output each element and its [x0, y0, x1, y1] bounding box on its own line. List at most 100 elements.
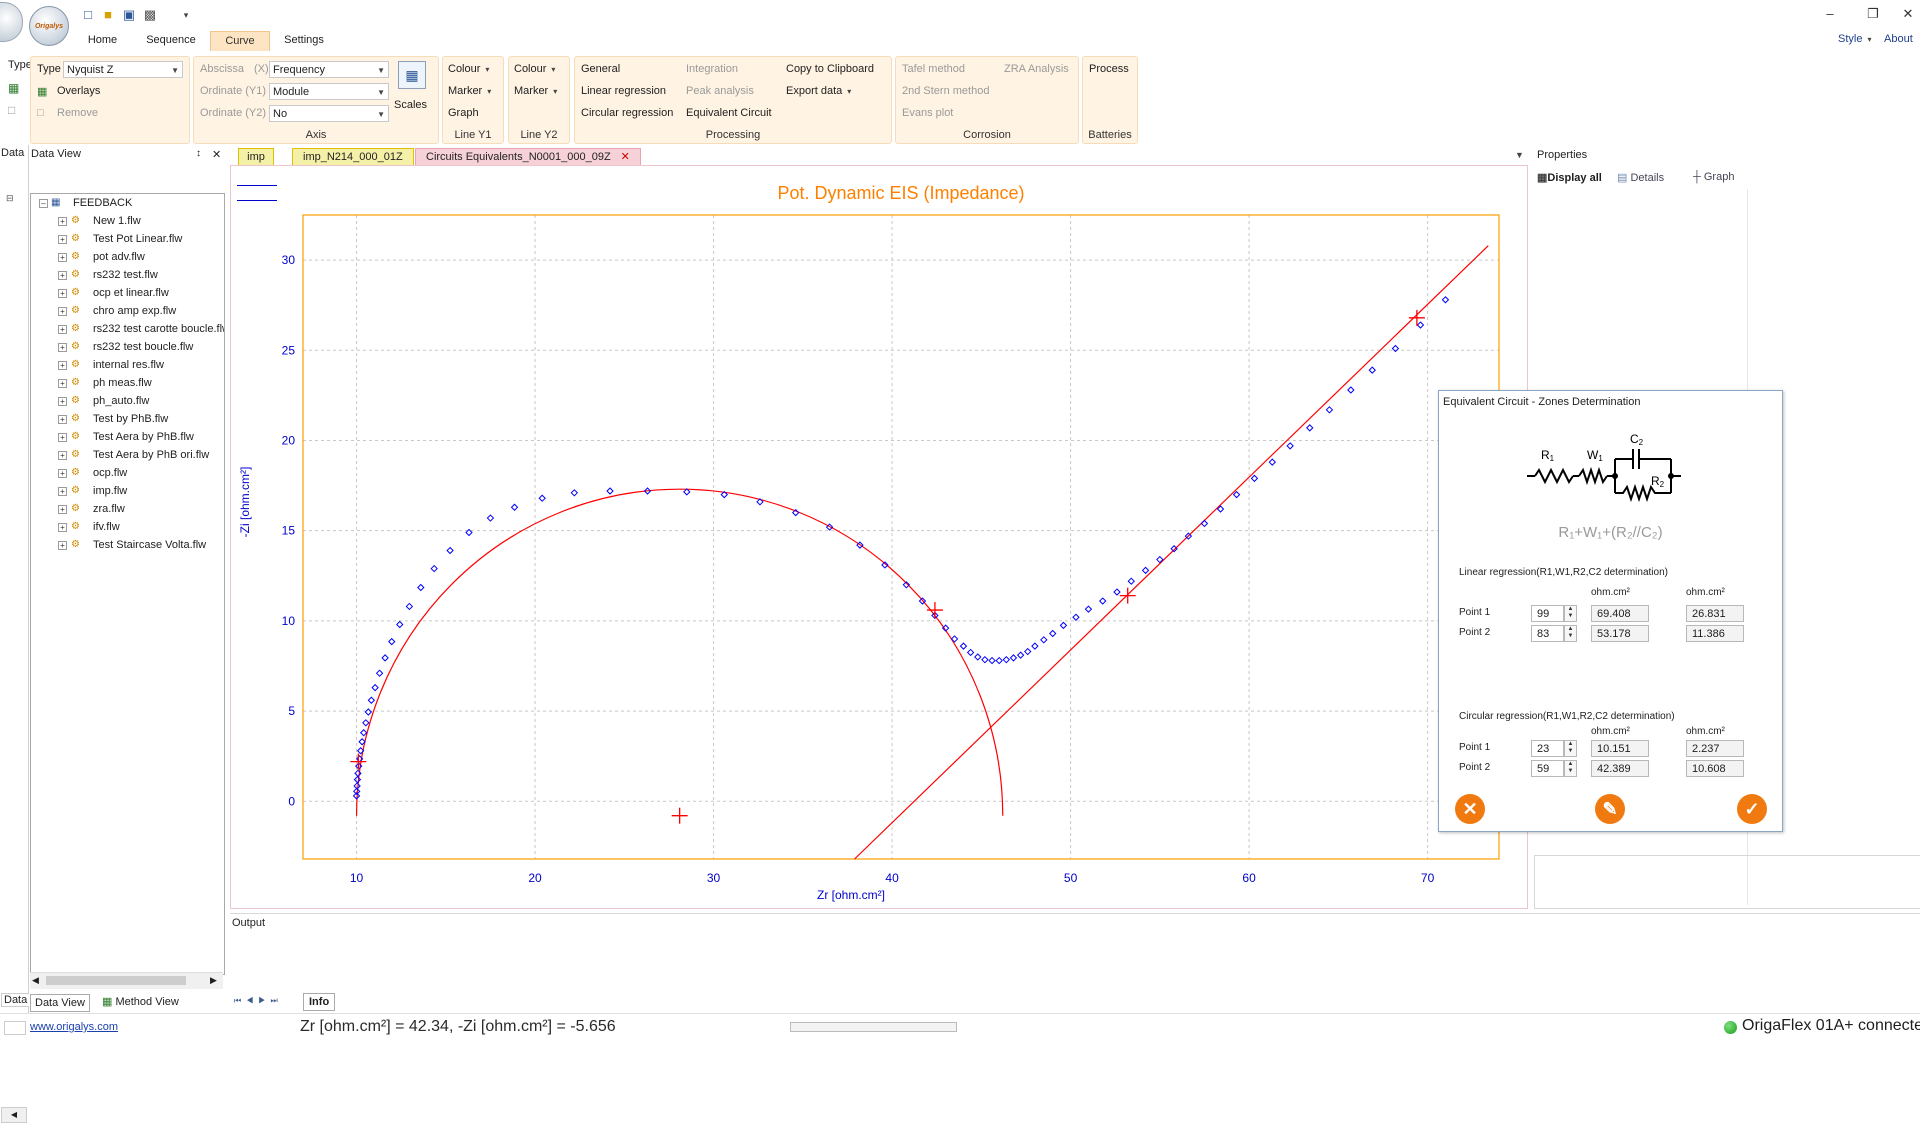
expand-icon[interactable]: + — [58, 325, 67, 334]
tab-home[interactable]: Home — [80, 31, 125, 50]
app-menu-button[interactable]: Origalys — [29, 6, 69, 46]
circular-point2-index[interactable]: 59 — [1531, 760, 1564, 777]
abscissa-select[interactable]: Frequency ▼ — [269, 61, 389, 78]
remove-side-icon[interactable]: □ — [8, 103, 15, 117]
tab-info[interactable]: Info — [303, 993, 336, 1011]
tab-method-view[interactable]: ▦ Method View — [98, 994, 183, 1010]
expand-icon[interactable]: + — [58, 343, 67, 352]
print-icon[interactable]: ▩ — [142, 7, 158, 23]
linear-point1-index[interactable]: 99 — [1531, 605, 1564, 622]
pin-icon[interactable]: ↕ — [196, 148, 201, 159]
tab-imp[interactable]: imp — [238, 148, 274, 166]
display-all-button[interactable]: ▦Display all — [1537, 171, 1602, 184]
expand-icon[interactable]: + — [58, 397, 67, 406]
qat-customize-icon[interactable]: ▾ — [178, 7, 194, 23]
graph-properties-button[interactable]: ┼ Graph — [1693, 171, 1734, 183]
restore-icon[interactable]: ❐ — [1858, 4, 1888, 24]
export-data-button[interactable]: Export data ▾ — [786, 85, 851, 97]
graph-area[interactable]: Pot. Dynamic EIS (Impedance) 10 20 30 40 50 60… — [230, 165, 1528, 909]
chart-type-icon[interactable]: ▦ — [8, 81, 19, 95]
linear-point1-spinner[interactable]: ▲ ▼ — [1564, 605, 1577, 622]
line-y2-marker[interactable]: Marker ▾ — [514, 85, 557, 97]
evans-plot-button[interactable]: Evans plot — [902, 107, 953, 119]
linear-point2-spinner[interactable]: ▲ ▼ — [1564, 625, 1577, 642]
line-y1-graph[interactable]: Graph — [448, 107, 479, 119]
overlays-button[interactable]: Overlays — [57, 85, 100, 97]
linear-point2-index[interactable]: 83 — [1531, 625, 1564, 642]
expand-icon[interactable]: + — [58, 361, 67, 370]
ordinate-y1-select[interactable]: Module ▼ — [269, 83, 389, 100]
open-folder-icon[interactable]: ■ — [100, 7, 116, 23]
expand-icon[interactable]: + — [58, 469, 67, 478]
expand-icon[interactable]: + — [58, 523, 67, 532]
expand-icon[interactable]: + — [58, 505, 67, 514]
left-strip-tab[interactable]: Data — [1, 993, 31, 1007]
cancel-icon[interactable]: ✕ — [1455, 794, 1485, 824]
tab-circuits-equivalents[interactable]: Circuits Equivalents_N0001_000_09Z ✕ — [415, 148, 641, 166]
integration-button[interactable]: Integration — [686, 63, 738, 75]
scroll-left-icon[interactable]: ◀ — [32, 975, 39, 986]
peak-analysis-button[interactable]: Peak analysis — [686, 85, 754, 97]
zra-analysis-button[interactable]: ZRA Analysis — [1004, 63, 1069, 75]
expand-icon[interactable]: + — [58, 217, 67, 226]
tab-imp-n214[interactable]: imp_N214_000_01Z — [292, 148, 414, 166]
expand-icon[interactable]: + — [58, 253, 67, 262]
scroll-thumb[interactable] — [46, 976, 186, 985]
copy-clipboard-button[interactable]: Copy to Clipboard — [786, 63, 874, 75]
linear-regression-button[interactable]: Linear regression — [581, 85, 666, 97]
save-icon[interactable]: ▣ — [121, 7, 137, 23]
expand-icon[interactable]: + — [58, 379, 67, 388]
expand-icon[interactable]: + — [58, 289, 67, 298]
new-file-icon[interactable]: □ — [80, 7, 96, 23]
scales-icon[interactable]: ▦ — [398, 61, 426, 89]
scales-button[interactable]: Scales — [394, 99, 427, 111]
tab-curve[interactable]: Curve — [210, 31, 270, 51]
scroll-right-icon[interactable]: ▶ — [210, 975, 217, 986]
line-y2-colour[interactable]: Colour ▾ — [514, 63, 555, 75]
general-button[interactable]: General — [581, 63, 620, 75]
circular-point2-spinner[interactable]: ▲ ▼ — [1564, 760, 1577, 777]
data-view-scrollbar[interactable]: ◀ ▶ — [30, 972, 223, 989]
ordinate-y2-select[interactable]: No ▼ — [269, 105, 389, 122]
about-link[interactable]: About — [1884, 33, 1913, 45]
nyquist-chart[interactable]: Pot. Dynamic EIS (Impedance)10 20 30 40 50 60… — [231, 166, 1527, 908]
line-y1-marker[interactable]: Marker ▾ — [448, 85, 491, 97]
tafel-method-button[interactable]: Tafel method — [902, 63, 965, 75]
expand-icon[interactable]: + — [58, 541, 67, 550]
output-divider — [230, 913, 1920, 914]
close-window-icon[interactable]: ✕ — [1893, 4, 1920, 24]
tab-settings[interactable]: Settings — [275, 31, 333, 50]
details-button[interactable]: ▤ Details — [1617, 171, 1664, 184]
minimize-icon[interactable]: – — [1815, 4, 1845, 24]
expand-icon[interactable]: + — [58, 415, 67, 424]
stern-method-button[interactable]: 2nd Stern method — [902, 85, 989, 97]
confirm-icon[interactable]: ✓ — [1737, 794, 1767, 824]
expand-icon[interactable]: + — [58, 433, 67, 442]
left-strip-tree-icon[interactable]: ⊟ — [6, 193, 14, 204]
line-y1-colour[interactable]: Colour ▾ — [448, 63, 489, 75]
equivalent-circuit-button[interactable]: Equivalent Circuit — [686, 107, 772, 119]
tab-sequence[interactable]: Sequence — [138, 31, 204, 50]
expand-icon[interactable]: + — [58, 307, 67, 316]
website-link[interactable]: www.origalys.com — [30, 1021, 118, 1033]
style-menu[interactable]: Style ▾ — [1838, 33, 1871, 45]
tabs-menu-icon[interactable]: ▼ — [1515, 150, 1524, 160]
circular-regression-button[interactable]: Circular regression — [581, 107, 673, 119]
circular-point1-spinner[interactable]: ▲ ▼ — [1564, 740, 1577, 757]
process-button[interactable]: Process — [1089, 63, 1129, 75]
circular-point1-index[interactable]: 23 — [1531, 740, 1564, 757]
tab-data-view[interactable]: Data View — [30, 994, 90, 1012]
expand-icon[interactable]: + — [58, 487, 67, 496]
output-nav-icons[interactable]: ⏮◀▶⏭ — [234, 996, 283, 1006]
left-strip-scroll-icon[interactable]: ◀ — [1, 1107, 27, 1123]
edit-icon[interactable]: ✎ — [1595, 794, 1625, 824]
expand-icon[interactable]: + — [58, 235, 67, 244]
expand-icon[interactable]: + — [58, 451, 67, 460]
close-tab-icon[interactable]: ✕ — [621, 151, 630, 163]
expand-icon[interactable]: + — [58, 271, 67, 280]
left-collapsed-panel: Data ⊟ ◀ Data — [0, 145, 31, 1123]
close-panel-icon[interactable]: ✕ — [212, 148, 221, 161]
remove-button[interactable]: Remove — [57, 107, 98, 119]
type-select[interactable]: Nyquist Z ▼ — [63, 61, 183, 78]
collapse-icon[interactable]: – — [39, 199, 48, 208]
